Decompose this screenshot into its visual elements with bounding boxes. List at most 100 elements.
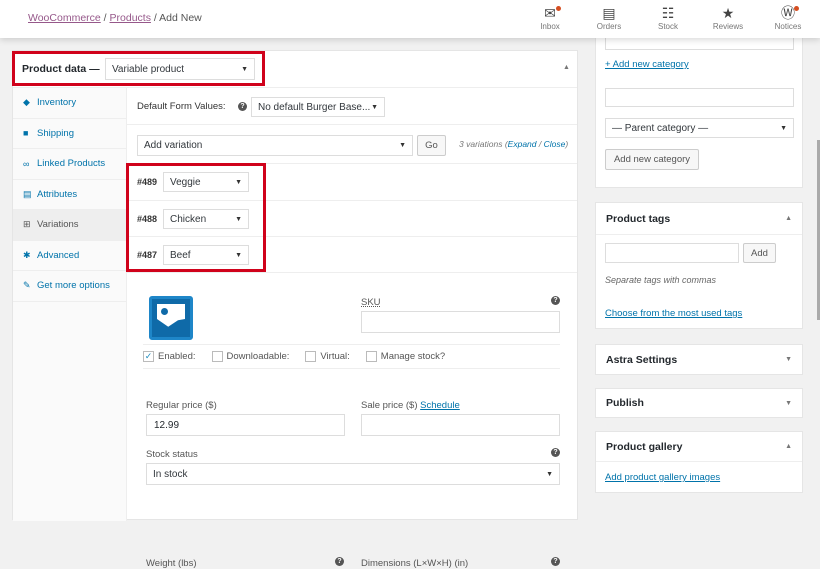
add-variation-select[interactable]: Add variation ▼ (137, 135, 413, 156)
publish-title: Publish (606, 397, 644, 409)
add-new-category-button[interactable]: Add new category (605, 149, 699, 170)
enabled-checkbox[interactable]: ✓ Enabled: (143, 350, 196, 362)
stock-status-select[interactable]: In stock ▼ (146, 463, 560, 485)
publish-box: Publish ▼ (595, 388, 803, 418)
add-new-category-link[interactable]: + Add new category (605, 59, 689, 70)
collapse-icon: ▲ (785, 443, 792, 450)
orders-button[interactable]: ▤ Orders (584, 4, 634, 31)
product-gallery-header[interactable]: Product gallery ▲ (596, 432, 802, 462)
product-data-panel: Product data — Variable product ▼ ▲ ◆ Inve… (12, 50, 578, 569)
new-category-input[interactable] (605, 88, 794, 107)
truck-icon: ■ (23, 128, 29, 139)
schedule-link[interactable]: Schedule (420, 400, 460, 411)
product-tabs: ◆ Inventory ■ Shipping ∞ Linked Products ▤ A… (13, 88, 127, 521)
product-tags-title: Product tags (606, 212, 671, 225)
stock-button[interactable]: ☷ Stock (643, 4, 693, 31)
image-placeholder-icon[interactable] (149, 296, 193, 340)
manage-stock-label: Manage stock? (380, 351, 446, 362)
help-icon[interactable]: ? (551, 296, 560, 305)
product-gallery-box: Product gallery ▲ Add product gallery ima… (595, 431, 803, 493)
inbox-label: Inbox (540, 22, 560, 31)
help-icon[interactable]: ? (551, 557, 560, 566)
wordpress-icon: Ⓦ (781, 5, 795, 21)
orders-label: Orders (596, 22, 622, 31)
astra-settings-box: Astra Settings ▼ (595, 344, 803, 375)
count-text: 3 variations ( (459, 139, 508, 149)
breadcrumb-woocommerce[interactable]: WooCommerce (28, 12, 101, 24)
separator: / (536, 139, 544, 149)
sale-price-input[interactable] (361, 414, 560, 436)
tab-label: Attributes (37, 188, 78, 200)
variations-count: 3 variations (Expand / Close) (459, 139, 568, 149)
collapse-icon[interactable]: ▲ (563, 64, 570, 71)
product-tags-box: Product tags ▲ Add Separate tags with com… (595, 202, 803, 329)
close-link[interactable]: Close (544, 139, 566, 149)
tab-variations[interactable]: ⊞ Variations (13, 210, 126, 241)
sku-input[interactable] (361, 311, 560, 333)
chevron-down-icon: ▼ (371, 103, 378, 111)
regular-price-label: Regular price ($) (146, 400, 217, 411)
variation-details: SKU ? ✓ Enabled: Downloadable: Virtual: M… (127, 273, 577, 569)
astra-settings-title: Astra Settings (606, 353, 678, 366)
parent-category-select[interactable]: — Parent category — ▼ (605, 118, 794, 138)
attributes-icon: ▤ (23, 188, 32, 199)
choose-most-used-tags-link[interactable]: Choose from the most used tags (605, 308, 742, 319)
enabled-label: Enabled: (158, 351, 196, 362)
stock-status-value: In stock (153, 468, 188, 480)
tab-shipping[interactable]: ■ Shipping (13, 119, 126, 149)
help-icon[interactable]: ? (551, 448, 560, 457)
stock-icon: ☷ (661, 5, 675, 21)
manage-stock-checkbox[interactable]: Manage stock? (365, 350, 446, 362)
weight-label: Weight (lbs) (146, 558, 197, 569)
chevron-down-icon: ▼ (546, 470, 553, 478)
help-icon[interactable]: ? (238, 102, 247, 111)
expand-link[interactable]: Expand (508, 139, 537, 149)
expand-icon: ▼ (785, 356, 792, 363)
dimensions-label: Dimensions (L×W×H) (in) (361, 558, 469, 569)
virtual-checkbox[interactable]: Virtual: (305, 350, 350, 362)
tab-linked-products[interactable]: ∞ Linked Products (13, 149, 126, 180)
default-form-values-row: Default Form Values: ? No default Burger… (127, 88, 577, 125)
stock-label: Stock (657, 22, 678, 31)
product-tags-header[interactable]: Product tags ▲ (596, 203, 802, 235)
inbox-button[interactable]: ✉ Inbox (525, 4, 575, 31)
tab-advanced[interactable]: ✱ Advanced (13, 241, 126, 271)
default-value: No default Burger Base... (258, 101, 371, 113)
breadcrumb-products[interactable]: Products (110, 12, 151, 24)
add-tag-button[interactable]: Add (743, 243, 776, 263)
tab-label: Advanced (37, 249, 80, 261)
add-variation-row: Add variation ▼ Go 3 variations (Expand /… (127, 125, 577, 164)
product-categories-box: + Add new category — Parent category — ▼ … (595, 20, 803, 188)
go-button[interactable]: Go (417, 135, 446, 156)
breadcrumb: WooCommerce / Products / Add New (28, 12, 202, 24)
default-value-select[interactable]: No default Burger Base... ▼ (251, 97, 385, 117)
tab-inventory[interactable]: ◆ Inventory (13, 88, 126, 119)
notices-button[interactable]: Ⓦ Notices (763, 4, 813, 31)
orders-icon: ▤ (602, 5, 616, 21)
link-icon: ∞ (23, 158, 30, 169)
sale-price-label: Sale price ($) Schedule (361, 400, 460, 411)
collapse-icon: ▲ (785, 215, 792, 222)
regular-price-input[interactable]: 12.99 (146, 414, 345, 436)
highlight-variations (126, 163, 266, 272)
publish-header[interactable]: Publish ▼ (596, 389, 802, 417)
astra-settings-header[interactable]: Astra Settings ▼ (596, 345, 802, 374)
inventory-icon: ◆ (23, 97, 30, 108)
tab-label: Shipping (37, 127, 74, 139)
tab-get-more-options[interactable]: ✎ Get more options (13, 271, 126, 302)
tab-attributes[interactable]: ▤ Attributes (13, 180, 126, 210)
tab-label: Linked Products (37, 158, 106, 170)
tags-input[interactable] (605, 243, 739, 263)
downloadable-checkbox[interactable]: Downloadable: (211, 350, 289, 362)
variation-options: ✓ Enabled: Downloadable: Virtual: Manage … (143, 344, 560, 369)
help-icon[interactable]: ? (335, 557, 344, 566)
tags-hint: Separate tags with commas (605, 275, 717, 285)
add-gallery-images-link[interactable]: Add product gallery images (605, 472, 720, 483)
product-gallery-title: Product gallery (606, 440, 683, 453)
notices-label: Notices (774, 22, 802, 31)
parent-category-value: — Parent category — (612, 122, 709, 134)
plugin-icon: ✎ (23, 280, 31, 291)
inbox-icon: ✉ (544, 5, 556, 21)
reviews-button[interactable]: ★ Reviews (703, 4, 753, 31)
sale-price-text: Sale price ($) (361, 400, 418, 411)
